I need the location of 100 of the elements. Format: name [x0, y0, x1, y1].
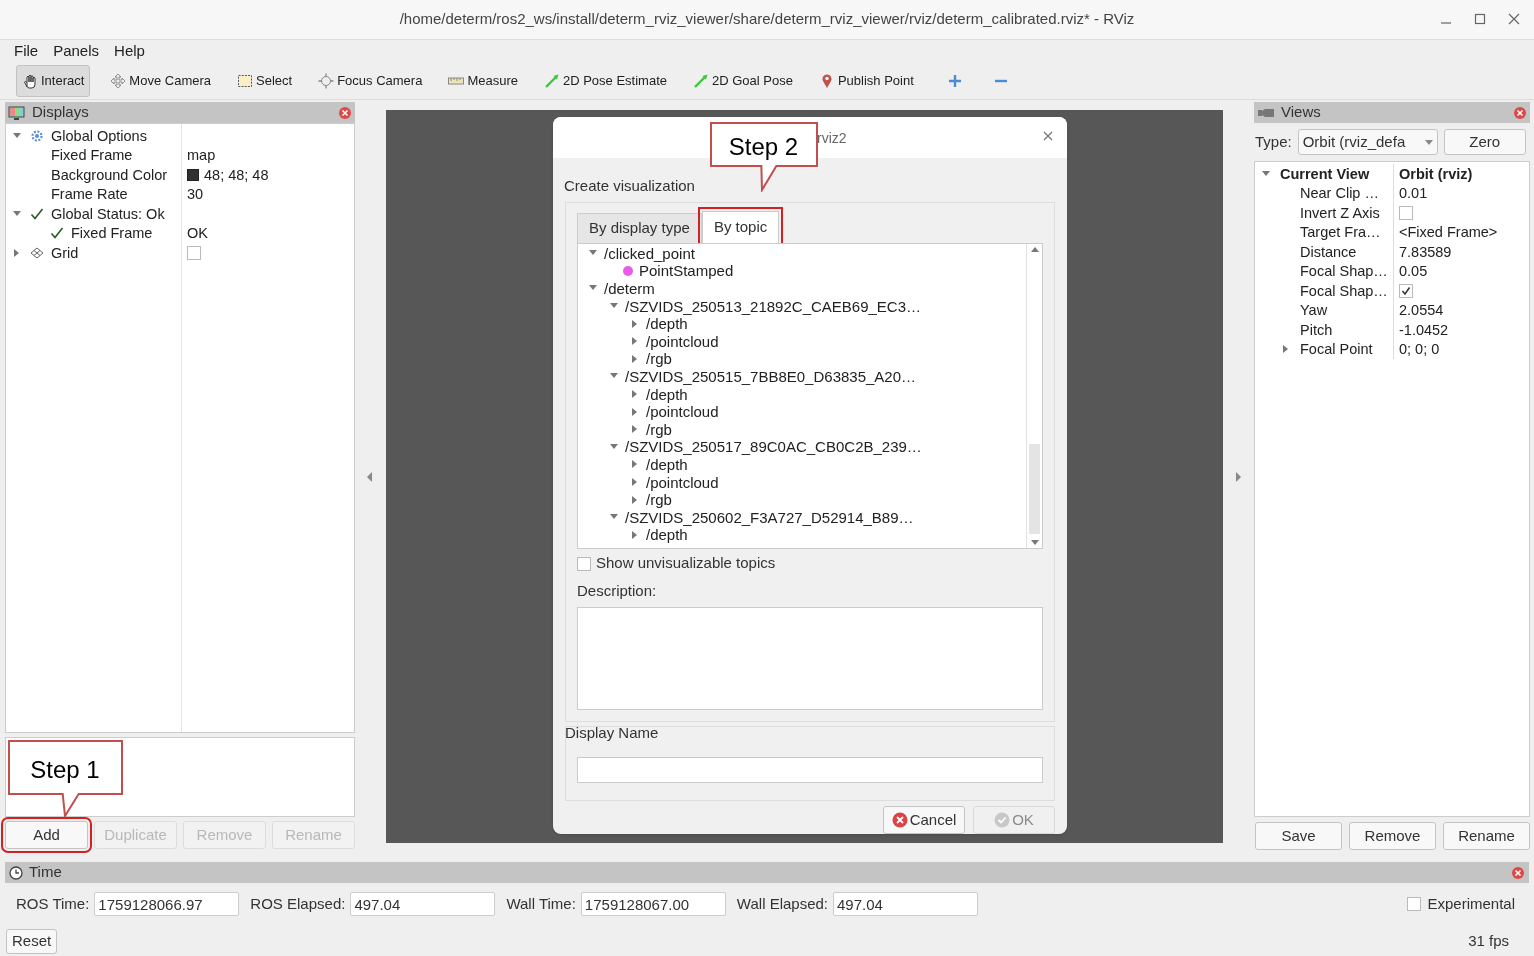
tool-button[interactable]: Focus Camera — [312, 64, 429, 97]
tab[interactable]: By topic — [701, 210, 780, 243]
checkbox-checked[interactable] — [1399, 283, 1413, 298]
tool-button[interactable]: 2D Goal Pose — [687, 64, 799, 97]
expand-arrow-icon[interactable] — [632, 337, 638, 346]
topic-item[interactable]: /SZVIDS_250517_89C0AC_CB0C2B_239… — [625, 438, 922, 456]
field-label: Type: — [1255, 131, 1292, 152]
collapse-arrow-icon[interactable] — [610, 514, 618, 521]
maximize-icon[interactable] — [1474, 13, 1486, 25]
expand-arrow-icon[interactable] — [1283, 345, 1289, 354]
reset-button[interactable]: Reset — [6, 929, 58, 954]
tool-button[interactable]: Select — [231, 64, 299, 97]
expand-arrow-icon[interactable] — [632, 425, 638, 434]
time-field[interactable]: 497.04 — [350, 892, 496, 916]
tab[interactable]: By display type — [577, 212, 702, 243]
topic-item[interactable]: /pointcloud — [646, 473, 719, 491]
expand-arrow-icon[interactable] — [14, 248, 20, 257]
property-value: <Fixed Frame> — [1399, 223, 1498, 242]
menu-item[interactable]: Panels — [53, 39, 100, 63]
field-label: Display Name — [565, 723, 660, 744]
monitor-icon — [8, 105, 26, 120]
tool-button[interactable]: Publish Point — [812, 64, 920, 97]
topic-item[interactable]: /clicked_point — [604, 244, 695, 262]
collapse-arrow-icon[interactable] — [610, 303, 618, 310]
checkbox[interactable] — [1399, 205, 1413, 220]
scrollbar-thumb[interactable] — [1029, 443, 1040, 534]
topic-item[interactable]: /depth — [646, 455, 688, 473]
expand-arrow-icon[interactable] — [632, 530, 638, 539]
expand-arrow-icon[interactable] — [632, 390, 638, 399]
panel-button[interactable]: Save — [1255, 822, 1342, 850]
topic-item[interactable]: /rgb — [646, 491, 672, 509]
tool-button[interactable]: 2D Pose Estimate — [537, 64, 673, 97]
property-value: 0.05 — [1399, 262, 1428, 281]
scroll-down-icon[interactable] — [1030, 539, 1039, 545]
close-icon[interactable] — [1508, 13, 1520, 25]
topic-item[interactable]: /rgb — [646, 420, 672, 438]
tool-button[interactable]: Interact — [16, 64, 91, 97]
collapse-arrow-icon[interactable] — [610, 373, 618, 380]
scroll-up-icon[interactable] — [1030, 246, 1039, 252]
checkbox[interactable] — [577, 556, 591, 571]
menu-item[interactable]: Help — [114, 39, 145, 63]
collapse-arrow-icon[interactable] — [589, 285, 597, 292]
topic-item[interactable]: /determ — [604, 280, 655, 297]
tool-button[interactable]: Move Camera — [104, 64, 217, 97]
collapse-arrow-icon[interactable] — [1262, 170, 1270, 177]
close-icon[interactable] — [338, 105, 352, 120]
close-icon[interactable] — [1513, 105, 1527, 120]
time-field[interactable]: 497.04 — [833, 892, 978, 916]
field-label: ROS Elapsed: — [250, 893, 346, 914]
close-icon[interactable] — [1043, 131, 1053, 141]
section-label: Create visualization — [564, 176, 696, 196]
property-label: Invert Z Axis — [1300, 203, 1380, 222]
property-label: Pitch — [1300, 320, 1333, 339]
property-value: Orbit (rviz) — [1399, 164, 1473, 183]
collapse-left-icon[interactable] — [367, 472, 373, 482]
menu-item[interactable]: File — [14, 39, 39, 63]
checkbox[interactable] — [187, 245, 201, 260]
property-value: 7.83589 — [1399, 242, 1452, 261]
topic-item[interactable]: /rgb — [646, 350, 672, 368]
expand-arrow-icon[interactable] — [632, 407, 638, 416]
expand-arrow-icon[interactable] — [632, 354, 638, 363]
property-label: Fixed Frame — [51, 146, 133, 165]
dialog-button[interactable]: Cancel — [883, 806, 965, 834]
close-icon[interactable] — [1511, 865, 1525, 880]
dashed-rectangle-icon — [237, 72, 253, 89]
property-label: Yaw — [1300, 301, 1328, 320]
expand-arrow-icon[interactable] — [632, 460, 638, 469]
topic-item[interactable]: /SZVIDS_250513_21892C_CAEB69_EC3… — [625, 297, 922, 315]
topic-item[interactable]: /SZVIDS_250602_F3A727_D52914_B89… — [625, 508, 914, 526]
time-field[interactable]: 1759128066.97 — [94, 892, 240, 916]
collapse-arrow-icon[interactable] — [589, 250, 597, 257]
time-field[interactable]: 1759128067.00 — [580, 892, 726, 916]
panel-title: Displays — [32, 102, 90, 123]
topic-item[interactable]: /depth — [646, 385, 688, 403]
checkbox[interactable] — [1407, 897, 1422, 911]
expand-arrow-icon[interactable] — [632, 495, 638, 504]
topic-item[interactable]: PointStamped — [639, 262, 734, 280]
panel-button[interactable]: Remove — [1349, 822, 1436, 850]
topic-item[interactable]: /SZVIDS_250515_7BB8E0_D63835_A20… — [625, 367, 917, 385]
topic-item[interactable]: /depth — [646, 526, 688, 544]
panel-button[interactable]: Rename — [1443, 822, 1530, 850]
tool-button[interactable]: Measure — [442, 64, 524, 97]
color-swatch[interactable] — [187, 168, 199, 181]
expand-arrow-icon[interactable] — [632, 478, 638, 486]
property-label: Near Clip … — [1300, 184, 1379, 203]
property-value: 0.01 — [1399, 184, 1428, 203]
expand-arrow-icon[interactable] — [632, 319, 638, 328]
zero-button[interactable]: Zero — [1443, 129, 1526, 155]
topic-item[interactable]: /depth — [646, 315, 688, 333]
collapse-right-icon[interactable] — [1236, 472, 1242, 482]
property-label: Background Color — [51, 165, 168, 184]
scrollbar[interactable] — [1026, 243, 1042, 548]
topic-item[interactable]: /pointcloud — [646, 403, 719, 421]
type-dropdown[interactable]: Orbit (rviz_defa — [1297, 129, 1438, 155]
collapse-arrow-icon[interactable] — [13, 132, 21, 139]
collapse-arrow-icon[interactable] — [13, 210, 21, 217]
property-value: map — [187, 146, 216, 165]
display-name-field[interactable] — [577, 756, 1043, 783]
topic-item[interactable]: /pointcloud — [646, 332, 719, 350]
collapse-arrow-icon[interactable] — [610, 443, 618, 450]
